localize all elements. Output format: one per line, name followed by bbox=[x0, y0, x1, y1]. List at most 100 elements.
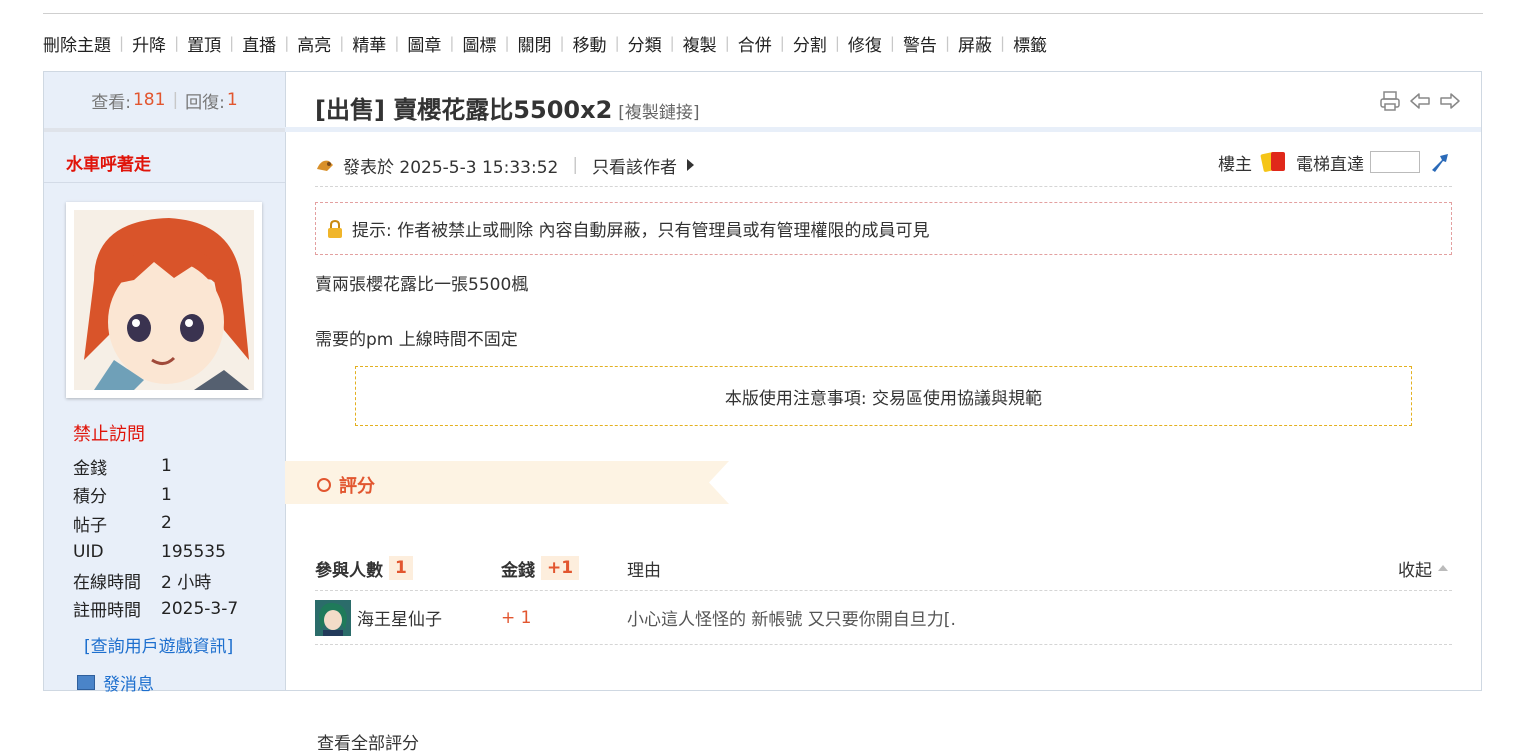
author-info-row: 金錢 1 bbox=[73, 452, 273, 481]
mod-action-11[interactable]: 複製 bbox=[683, 31, 717, 56]
post-info-bar: 發表於 2025-5-3 15:33:52 | 只看該作者 樓主 電梯直達 bbox=[315, 144, 1452, 187]
mod-action-15[interactable]: 警告 bbox=[903, 31, 937, 56]
author-info-key: 在線時間 bbox=[73, 572, 141, 593]
mod-action-5[interactable]: 精華 bbox=[352, 31, 386, 56]
view-all-ratings-link[interactable]: 查看全部評分 bbox=[317, 729, 419, 754]
avatar-image bbox=[74, 210, 254, 390]
blocked-notice: 提示: 作者被禁止或刪除 內容自動屏蔽，只有管理員或有管理權限的成員可見 bbox=[315, 202, 1452, 255]
mod-action-0[interactable]: 刪除主題 bbox=[43, 31, 111, 56]
floor-jump-input[interactable] bbox=[1370, 151, 1420, 173]
top-divider bbox=[43, 13, 1483, 14]
rules-text: 本版使用注意事項: 交易區使用協議與規範 bbox=[724, 388, 1043, 409]
mod-separator: | bbox=[284, 34, 290, 52]
money-header: 金錢 +1 bbox=[501, 556, 627, 581]
author-info-value: 1 bbox=[161, 456, 172, 477]
send-message-label: 發消息 bbox=[103, 675, 154, 695]
rating-title-text: 評分 bbox=[339, 476, 375, 497]
author-info-value: 2 bbox=[161, 513, 172, 534]
author-info-key: 積分 bbox=[73, 487, 107, 508]
mod-action-13[interactable]: 分割 bbox=[793, 31, 827, 56]
stats-separator: | bbox=[172, 90, 179, 110]
rater-avatar[interactable] bbox=[315, 599, 351, 636]
mod-action-10[interactable]: 分類 bbox=[628, 31, 662, 56]
mod-separator: | bbox=[229, 34, 235, 52]
mod-separator: | bbox=[559, 34, 565, 52]
participants-header: 參與人數 1 bbox=[315, 556, 501, 581]
mod-action-1[interactable]: 升降 bbox=[132, 31, 166, 56]
rating-title: 評分 bbox=[317, 472, 375, 498]
author-info-key: 註冊時間 bbox=[73, 601, 141, 622]
rating-row: 海王星仙子 + 1 小心這人怪怪的 新帳號 又只要你開自旦力[. bbox=[315, 591, 1452, 645]
author-username[interactable]: 水車呼著走 bbox=[66, 150, 151, 175]
money-total: +1 bbox=[541, 556, 580, 580]
post-container: 查看: 181 | 回復: 1 水車呼著走 禁止訪問 金錢 1 積分 1 帖子 … bbox=[43, 71, 1482, 754]
participants-count: 1 bbox=[389, 556, 413, 580]
thread-title: [出售] 賣櫻花露比5500x2 [複製鏈接] bbox=[315, 90, 700, 125]
mod-separator: | bbox=[614, 34, 620, 52]
author-info-row: 積分 1 bbox=[73, 481, 273, 510]
author-info-row: 帖子 2 bbox=[73, 509, 273, 538]
author-info-row: 註冊時間 2025-3-7 bbox=[73, 595, 273, 624]
rating-reason: 小心這人怪怪的 新帳號 又只要你開自旦力[. bbox=[627, 610, 956, 630]
mod-action-7[interactable]: 圖標 bbox=[462, 31, 496, 56]
warning-card-icon bbox=[1260, 149, 1288, 175]
send-message-link[interactable]: 發消息 bbox=[77, 670, 154, 695]
lock-icon bbox=[326, 219, 344, 239]
mod-action-14[interactable]: 修復 bbox=[848, 31, 882, 56]
author-info-row: UID 195535 bbox=[73, 538, 273, 567]
mod-separator: | bbox=[449, 34, 455, 52]
floor-label: 樓主 bbox=[1218, 154, 1252, 175]
replies-count: 1 bbox=[226, 90, 238, 110]
mod-separator: | bbox=[339, 34, 345, 52]
post-main: [出售] 賣櫻花露比5500x2 [複製鏈接] 發表於 2025-5-3 15:3… bbox=[285, 72, 1481, 754]
mod-separator: | bbox=[504, 34, 510, 52]
mod-action-6[interactable]: 圖章 bbox=[407, 31, 441, 56]
next-thread-icon[interactable] bbox=[1439, 90, 1461, 112]
rater-name: 海王星仙子 bbox=[357, 610, 442, 630]
username-divider bbox=[44, 182, 285, 183]
author-info-key: 金錢 bbox=[73, 458, 107, 479]
floor-jump-button-icon[interactable] bbox=[1428, 150, 1452, 174]
mod-action-16[interactable]: 屏蔽 bbox=[958, 31, 992, 56]
envelope-icon bbox=[77, 675, 95, 690]
author-info-value: 1 bbox=[161, 484, 172, 505]
mod-action-3[interactable]: 直播 bbox=[242, 31, 276, 56]
mod-separator: | bbox=[174, 34, 180, 52]
post-content: 賣兩張櫻花露比一張5500楓 需要的pm 上線時間不固定 bbox=[315, 272, 528, 354]
author-avatar[interactable] bbox=[66, 202, 262, 398]
user-group[interactable]: 禁止訪問 bbox=[73, 420, 145, 446]
copy-link-button[interactable]: [複製鏈接] bbox=[618, 103, 699, 123]
floor-jump-label: 電梯直達 bbox=[1296, 154, 1364, 175]
game-info-link[interactable]: [查詢用戶遊戲資訊] bbox=[84, 632, 233, 657]
mod-action-9[interactable]: 移動 bbox=[573, 31, 607, 56]
rating-table-header: 參與人數 1 金錢 +1 理由 收起 bbox=[315, 546, 1452, 591]
mod-separator: | bbox=[119, 34, 125, 52]
mod-action-8[interactable]: 關閉 bbox=[518, 31, 552, 56]
mod-action-12[interactable]: 合併 bbox=[738, 31, 772, 56]
rules-notice[interactable]: 本版使用注意事項: 交易區使用協議與規範 bbox=[355, 366, 1412, 426]
play-triangle-icon bbox=[687, 159, 695, 171]
only-author-link[interactable]: 只看該作者 bbox=[592, 153, 677, 178]
post-body-line-2: 需要的pm 上線時間不固定 bbox=[315, 330, 518, 350]
author-sidebar: 查看: 181 | 回復: 1 水車呼著走 禁止訪問 金錢 1 積分 1 帖子 … bbox=[44, 72, 286, 695]
rater[interactable]: 海王星仙子 bbox=[315, 599, 501, 636]
print-icon[interactable] bbox=[1379, 90, 1401, 112]
mod-action-4[interactable]: 高亮 bbox=[297, 31, 331, 56]
author-info-value: 195535 bbox=[161, 541, 226, 562]
collapse-button[interactable]: 收起 bbox=[1398, 556, 1448, 581]
mod-separator: | bbox=[834, 34, 840, 52]
rating-amount: + 1 bbox=[501, 607, 532, 628]
online-status-icon bbox=[315, 157, 335, 173]
mod-action-2[interactable]: 置頂 bbox=[187, 31, 221, 56]
mod-separator: | bbox=[779, 34, 785, 52]
info-separator: | bbox=[572, 155, 579, 175]
mod-separator: | bbox=[724, 34, 730, 52]
author-info-value: 2 小時 bbox=[161, 572, 212, 593]
notice-text: 提示: 作者被禁止或刪除 內容自動屏蔽，只有管理員或有管理權限的成員可見 bbox=[352, 221, 930, 241]
participants-label: 參與人數 bbox=[315, 560, 383, 581]
previous-thread-icon[interactable] bbox=[1409, 90, 1431, 112]
views-label: 查看: bbox=[91, 92, 131, 113]
replies-label: 回復: bbox=[185, 92, 225, 113]
mod-action-17[interactable]: 標籤 bbox=[1013, 31, 1047, 56]
thread-stats: 查看: 181 | 回復: 1 bbox=[44, 72, 285, 132]
